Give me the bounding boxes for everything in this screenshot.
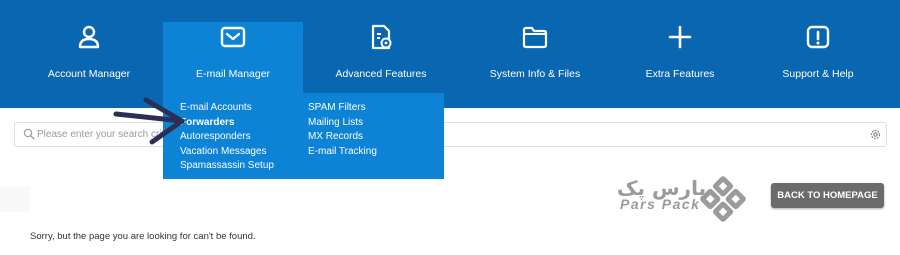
plus-icon bbox=[668, 25, 692, 49]
menu-item-email-accounts[interactable]: E-mail Accounts bbox=[180, 101, 274, 116]
nav-extra-features[interactable]: Extra Features bbox=[645, 22, 715, 108]
nav-label: System Info & Files bbox=[489, 68, 581, 80]
nav-label: E-mail Manager bbox=[195, 68, 271, 80]
menu-item-spam-filters[interactable]: SPAM Filters bbox=[308, 101, 377, 116]
menu-item-vacation-messages[interactable]: Vacation Messages bbox=[180, 145, 274, 160]
envelope-icon bbox=[220, 26, 246, 48]
user-icon bbox=[78, 25, 100, 49]
logo-latin-text: Pars Pack bbox=[620, 196, 701, 212]
placeholder-block bbox=[0, 186, 30, 212]
file-settings-icon bbox=[371, 24, 392, 50]
not-found-message: Sorry, but the page you are looking for … bbox=[30, 231, 256, 242]
nav-label: Account Manager bbox=[47, 68, 131, 80]
nav-support-help[interactable]: Support & Help bbox=[780, 22, 856, 108]
nav-label: Support & Help bbox=[782, 68, 854, 80]
gear-icon[interactable] bbox=[869, 128, 882, 141]
arrow-pointer-icon bbox=[113, 97, 185, 145]
menu-item-mailing-lists[interactable]: Mailing Lists bbox=[308, 116, 377, 131]
nav-label: Extra Features bbox=[645, 68, 715, 80]
nav-system-info-files[interactable]: System Info & Files bbox=[490, 22, 580, 108]
email-manager-dropdown: E-mail Accounts Forwarders Autoresponder… bbox=[163, 93, 444, 179]
alert-icon bbox=[806, 25, 830, 49]
dropdown-column-right: SPAM Filters Mailing Lists MX Records E-… bbox=[308, 101, 377, 159]
dropdown-column-left: E-mail Accounts Forwarders Autoresponder… bbox=[180, 101, 274, 174]
menu-item-mx-records[interactable]: MX Records bbox=[308, 130, 377, 145]
menu-item-spamassassin-setup[interactable]: Spamassassin Setup bbox=[180, 159, 274, 174]
search-icon bbox=[23, 128, 35, 140]
menu-item-autoresponders[interactable]: Autoresponders bbox=[180, 130, 274, 145]
folder-icon bbox=[522, 26, 548, 49]
menu-item-email-tracking[interactable]: E-mail Tracking bbox=[308, 145, 377, 160]
top-navigation-bar: Account Manager E-mail Manager Advanced … bbox=[0, 0, 900, 108]
back-to-homepage-button[interactable]: BACK TO HOMEPAGE bbox=[771, 183, 884, 208]
menu-item-forwarders[interactable]: Forwarders bbox=[180, 116, 274, 131]
nav-label: Advanced Features bbox=[335, 68, 427, 80]
